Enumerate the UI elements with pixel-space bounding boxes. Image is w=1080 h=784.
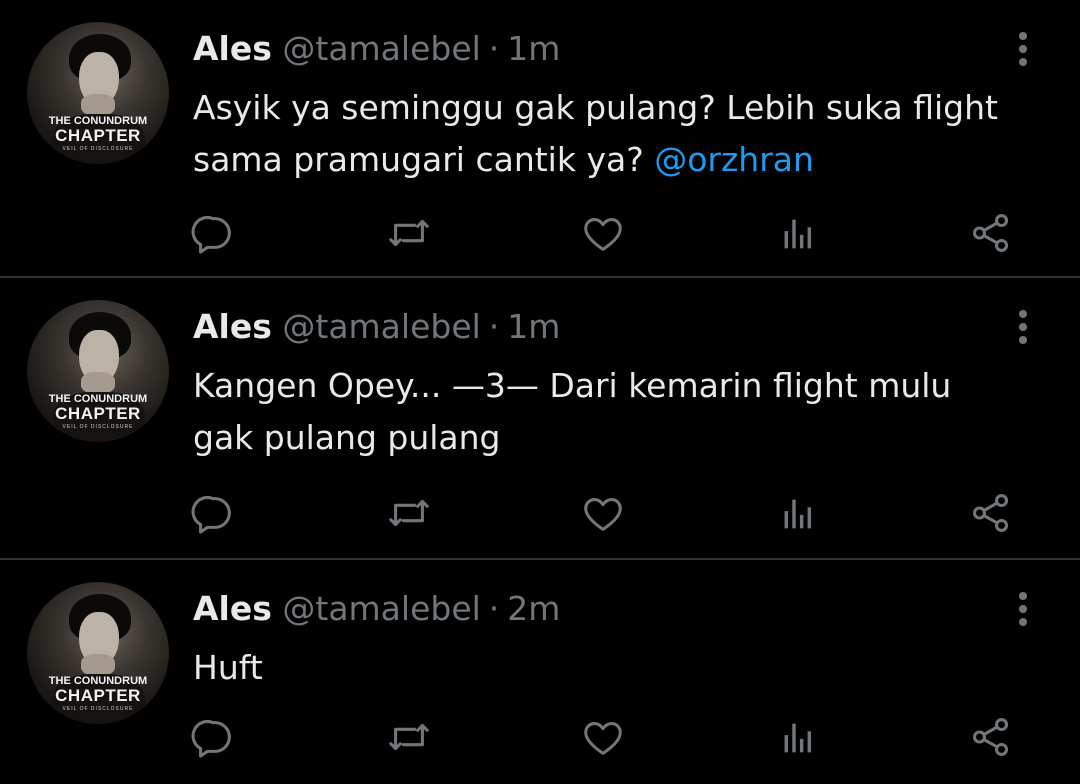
timeline: THE CONUNDRUM CHAPTER VEIL OF DISCLOSURE… — [0, 0, 1080, 784]
views-icon[interactable] — [775, 210, 825, 260]
tweet-text-content: Asyik ya seminggu gak pulang? Lebih suka… — [193, 88, 998, 179]
avatar[interactable]: THE CONUNDRUM CHAPTER VEIL OF DISCLOSURE — [27, 300, 169, 442]
reply-icon[interactable] — [191, 490, 241, 540]
user-handle[interactable]: @tamalebel — [282, 29, 480, 68]
tweet[interactable]: THE CONUNDRUM CHAPTER VEIL OF DISCLOSURE… — [0, 560, 1080, 784]
separator-dot: · — [488, 589, 500, 628]
tweet-text: Huft — [193, 642, 1013, 694]
views-icon[interactable] — [775, 490, 825, 540]
avatar-logo-line3: VEIL OF DISCLOSURE — [62, 706, 134, 712]
timestamp[interactable]: 1m — [507, 307, 560, 346]
tweet-text: Kangen Opey... —3— Dari kemarin flight m… — [193, 360, 1013, 464]
share-icon[interactable] — [968, 714, 1018, 764]
tweet-text: Asyik ya seminggu gak pulang? Lebih suka… — [193, 82, 1013, 186]
timestamp[interactable]: 2m — [507, 589, 560, 628]
tweet-actions — [0, 210, 1080, 260]
tweet-header: Ales @tamalebel · 2m — [193, 588, 560, 630]
avatar-logo-line3: VEIL OF DISCLOSURE — [62, 424, 134, 430]
tweet-actions — [0, 490, 1080, 540]
tweet-header: Ales @tamalebel · 1m — [193, 28, 560, 70]
display-name[interactable]: Ales — [193, 589, 272, 628]
views-icon[interactable] — [775, 714, 825, 764]
tweet-text-content: Kangen Opey... —3— Dari kemarin flight m… — [193, 366, 952, 457]
avatar-logo-line2: CHAPTER — [55, 126, 141, 145]
retweet-icon[interactable] — [386, 714, 436, 764]
more-vertical-icon[interactable] — [1011, 590, 1035, 630]
avatar-logo-line2: CHAPTER — [55, 404, 141, 423]
separator-dot: · — [488, 307, 500, 346]
more-vertical-icon[interactable] — [1011, 308, 1035, 348]
tweet-actions — [0, 714, 1080, 764]
user-handle[interactable]: @tamalebel — [282, 307, 480, 346]
timestamp[interactable]: 1m — [507, 29, 560, 68]
tweet[interactable]: THE CONUNDRUM CHAPTER VEIL OF DISCLOSURE… — [0, 278, 1080, 560]
tweet-text-content: Huft — [193, 648, 263, 687]
display-name[interactable]: Ales — [193, 307, 272, 346]
user-handle[interactable]: @tamalebel — [282, 589, 480, 628]
retweet-icon[interactable] — [386, 490, 436, 540]
heart-icon[interactable] — [580, 490, 630, 540]
share-icon[interactable] — [968, 210, 1018, 260]
avatar-hand — [81, 372, 115, 394]
display-name[interactable]: Ales — [193, 29, 272, 68]
avatar-logo-line2: CHAPTER — [55, 686, 141, 705]
avatar-hand — [81, 654, 115, 676]
share-icon[interactable] — [968, 490, 1018, 540]
tweet[interactable]: THE CONUNDRUM CHAPTER VEIL OF DISCLOSURE… — [0, 0, 1080, 278]
avatar[interactable]: THE CONUNDRUM CHAPTER VEIL OF DISCLOSURE — [27, 22, 169, 164]
more-vertical-icon[interactable] — [1011, 30, 1035, 70]
heart-icon[interactable] — [580, 714, 630, 764]
retweet-icon[interactable] — [386, 210, 436, 260]
avatar-hand — [81, 94, 115, 116]
avatar[interactable]: THE CONUNDRUM CHAPTER VEIL OF DISCLOSURE — [27, 582, 169, 724]
separator-dot: · — [488, 29, 500, 68]
avatar-logo-line3: VEIL OF DISCLOSURE — [62, 146, 134, 152]
mention-link[interactable]: @orzhran — [654, 140, 814, 179]
reply-icon[interactable] — [191, 210, 241, 260]
reply-icon[interactable] — [191, 714, 241, 764]
heart-icon[interactable] — [580, 210, 630, 260]
tweet-header: Ales @tamalebel · 1m — [193, 306, 560, 348]
